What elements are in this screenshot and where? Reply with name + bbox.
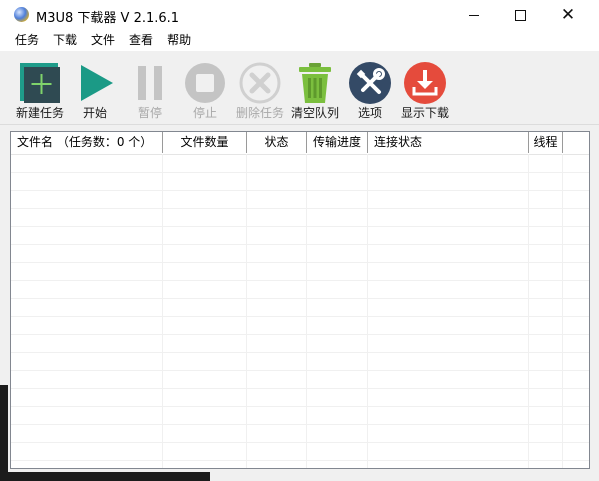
- grid-row-line: [11, 424, 589, 425]
- title-bar[interactable]: M3U8 下载器 V 2.1.6.1 ✕: [0, 0, 599, 30]
- grid-row-line: [11, 406, 589, 407]
- grid-row-line: [11, 370, 589, 371]
- grid-row-line: [11, 388, 589, 389]
- menu-task[interactable]: 任务: [8, 30, 46, 51]
- grid-row-line: [11, 190, 589, 191]
- grid-column-line: [562, 154, 563, 468]
- app-logo-icon: [14, 7, 29, 22]
- grid-column-line: [162, 154, 163, 468]
- menu-bar: 任务 下载 文件 查看 帮助: [0, 30, 599, 51]
- task-list[interactable]: 文件名 （任务数：0 个） 文件数量 状态 传输进度 连接状态 线程: [10, 131, 590, 469]
- close-icon: ✕: [560, 4, 576, 25]
- grid-column-line: [367, 154, 368, 468]
- start-button[interactable]: 开始: [67, 56, 123, 122]
- show-download-button[interactable]: 显示下载: [397, 56, 453, 122]
- grid-row-line: [11, 442, 589, 443]
- column-filename[interactable]: 文件名 （任务数：0 个）: [11, 132, 163, 153]
- grid-row-line: [11, 460, 589, 461]
- list-body: [11, 154, 589, 468]
- list-header: 文件名 （任务数：0 个） 文件数量 状态 传输进度 连接状态 线程: [11, 132, 589, 155]
- add-task-icon: [20, 63, 60, 103]
- maximize-button[interactable]: [497, 0, 543, 30]
- column-file-count[interactable]: 文件数量: [163, 132, 247, 153]
- grid-row-line: [11, 208, 589, 209]
- desktop-background: [0, 472, 210, 481]
- grid-row-line: [11, 298, 589, 299]
- grid-column-line: [306, 154, 307, 468]
- stop-icon: [185, 63, 225, 103]
- menu-file[interactable]: 文件: [84, 30, 122, 51]
- desktop-background: [0, 385, 8, 481]
- show-download-label: 显示下载: [400, 106, 449, 120]
- menu-download[interactable]: 下载: [46, 30, 84, 51]
- minimize-button[interactable]: [451, 0, 497, 30]
- grid-row-line: [11, 352, 589, 353]
- play-icon: [81, 65, 113, 101]
- download-folder-icon: [404, 62, 446, 104]
- pause-button[interactable]: 暂停: [122, 56, 178, 122]
- options-button[interactable]: 选项: [342, 56, 398, 122]
- grid-row-line: [11, 262, 589, 263]
- app-window: M3U8 下载器 V 2.1.6.1 ✕ 任务 下载 文件 查看 帮助 新建任务: [0, 0, 599, 481]
- menu-help[interactable]: 帮助: [160, 30, 198, 51]
- column-connection[interactable]: 连接状态: [368, 132, 529, 153]
- trash-icon: [299, 63, 331, 103]
- column-status[interactable]: 状态: [247, 132, 307, 153]
- clear-queue-button[interactable]: 清空队列: [287, 56, 343, 122]
- grid-row-line: [11, 226, 589, 227]
- window-title: M3U8 下载器 V 2.1.6.1: [36, 11, 180, 26]
- grid-row-line: [11, 280, 589, 281]
- grid-column-line: [246, 154, 247, 468]
- stop-button[interactable]: 停止: [177, 56, 233, 122]
- toolbar: 新建任务 开始 暂停 停止 删除任务 清空队列 选项 显示下载: [0, 51, 599, 125]
- column-progress[interactable]: 传输进度: [307, 132, 368, 153]
- maximize-icon: [514, 9, 526, 21]
- grid-row-line: [11, 316, 589, 317]
- delete-task-icon: [239, 62, 281, 104]
- grid-row-line: [11, 244, 589, 245]
- settings-tools-icon: [349, 62, 391, 104]
- grid-row-line: [11, 334, 589, 335]
- pause-icon: [138, 66, 162, 100]
- new-task-button[interactable]: 新建任务: [12, 56, 68, 122]
- menu-view[interactable]: 查看: [122, 30, 160, 51]
- column-threads[interactable]: 线程: [529, 132, 563, 153]
- grid-row-line: [11, 172, 589, 173]
- minimize-icon: [469, 14, 479, 16]
- close-button[interactable]: ✕: [545, 0, 591, 30]
- grid-column-line: [528, 154, 529, 468]
- delete-task-button[interactable]: 删除任务: [232, 56, 288, 122]
